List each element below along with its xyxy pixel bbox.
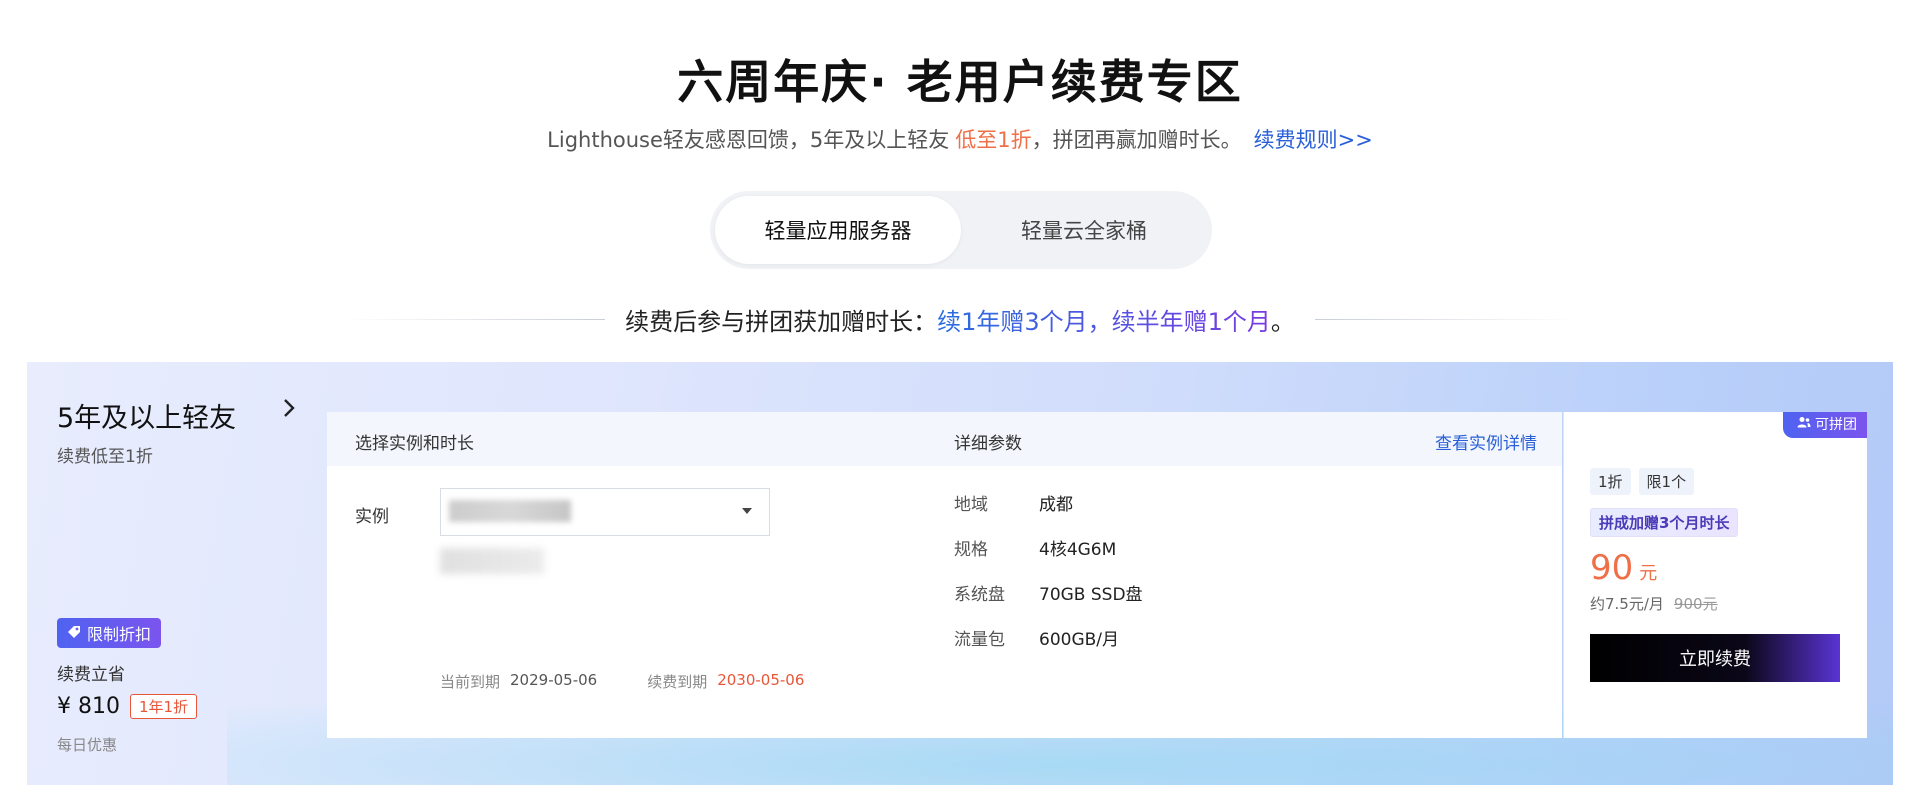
current-expiry-label: 当前到期 xyxy=(440,673,501,691)
instance-id-redacted xyxy=(440,548,544,574)
category-sidebar: 5年及以上轻友 续费低至1折 限制折扣 续费立省 ¥ 810 1年1折 每日优惠 xyxy=(57,362,317,785)
card-header: 选择实例和时长 详细参数 查看实例详情 xyxy=(327,412,1562,466)
current-expiry-value: 2029-05-06 xyxy=(510,671,598,689)
subtitle-tail: ，拼团再赢加赠时长。 xyxy=(1031,128,1242,152)
renew-expiry-label: 续费到期 xyxy=(647,673,708,691)
discount-tag: 1年1折 xyxy=(129,694,198,719)
tab-lighthouse-server[interactable]: 轻量应用服务器 xyxy=(715,196,961,264)
price: 90 元 xyxy=(1590,548,1657,588)
subtitle-highlight: 低至1折 xyxy=(955,128,1032,152)
offer-chips: 1折 限1个 xyxy=(1590,468,1695,495)
param-value: 4核4G6M xyxy=(1039,540,1117,560)
param-value: 600GB/月 xyxy=(1039,630,1120,650)
save-label: 续费立省 xyxy=(57,665,125,685)
price-per-month: 约7.5元/月 xyxy=(1590,595,1664,613)
param-key: 规格 xyxy=(954,540,988,560)
limited-discount-badge: 限制折扣 xyxy=(57,618,162,648)
promo-divider-left xyxy=(343,319,606,320)
params-heading: 详细参数 xyxy=(954,434,1022,454)
promo-line: 续费后参与拼团获加赠时长： 续1年赠3个月，续半年赠1个月。 xyxy=(0,302,1920,337)
instance-card: 选择实例和时长 详细参数 查看实例详情 实例 当前到期 2029-05-06 续… xyxy=(327,412,1562,738)
group-gift-badge: 拼成加赠3个月时长 xyxy=(1590,508,1739,537)
param-value: 70GB SSD盘 xyxy=(1039,585,1143,605)
price-detail: 约7.5元/月 900元 xyxy=(1590,593,1718,614)
rules-link[interactable]: 续费规则>> xyxy=(1254,128,1373,152)
price-value: 90 xyxy=(1590,548,1634,588)
param-row: 系统盘 70GB SSD盘 xyxy=(954,580,1143,625)
chevron-right-icon[interactable] xyxy=(282,396,296,426)
price-unit: 元 xyxy=(1639,563,1658,584)
view-instance-details-link[interactable]: 查看实例详情 xyxy=(1435,429,1537,454)
page-title: 六周年庆· 老用户续费专区 xyxy=(677,55,1243,109)
save-amount: ¥ 810 xyxy=(57,694,120,719)
promo-end: 。 xyxy=(1270,308,1295,336)
param-key: 地域 xyxy=(954,495,988,515)
promo-divider-right xyxy=(1314,319,1577,320)
instance-select-value-redacted xyxy=(449,500,571,522)
instance-label: 实例 xyxy=(355,507,389,527)
promo-lead: 续费后参与拼团获加赠时长： xyxy=(625,308,938,336)
product-tabs: 轻量应用服务器 轻量云全家桶 xyxy=(710,191,1212,269)
renew-expiry-value: 2030-05-06 xyxy=(717,671,805,689)
limit-chip: 限1个 xyxy=(1638,468,1695,495)
category-title[interactable]: 5年及以上轻友 xyxy=(57,396,236,435)
purchase-card: 可拼团 1折 限1个 拼成加赠3个月时长 90 元 约7.5元/月 900元 立… xyxy=(1563,412,1867,738)
caret-down-icon xyxy=(741,503,753,519)
select-instance-heading: 选择实例和时长 xyxy=(355,434,474,454)
param-row: 地域 成都 xyxy=(954,490,1143,535)
page-subtitle: Lighthouse轻友感恩回馈，5年及以上轻友 低至1折，拼团再赢加赠时长。 续费… xyxy=(0,124,1920,154)
param-value: 成都 xyxy=(1039,495,1073,515)
original-price: 900元 xyxy=(1673,595,1718,613)
tab-lighthouse-bundle[interactable]: 轻量云全家桶 xyxy=(961,196,1207,264)
param-key: 流量包 xyxy=(954,630,1005,650)
users-icon xyxy=(1797,416,1811,432)
save-price-row: ¥ 810 1年1折 xyxy=(57,694,198,719)
tag-icon xyxy=(67,624,81,643)
expiry-row: 当前到期 2029-05-06 续费到期 2030-05-06 xyxy=(440,671,804,692)
badge-label: 限制折扣 xyxy=(87,625,152,644)
param-row: 规格 4核4G6M xyxy=(954,535,1143,580)
group-buy-corner-tag: 可拼团 xyxy=(1783,412,1867,438)
daily-deal-label: 每日优惠 xyxy=(57,736,118,754)
params-list: 地域 成都 规格 4核4G6M 系统盘 70GB SSD盘 流量包 600GB/… xyxy=(954,490,1143,670)
discount-chip: 1折 xyxy=(1590,468,1631,495)
category-subtitle: 续费低至1折 xyxy=(57,447,153,467)
renewal-panel: 5年及以上轻友 续费低至1折 限制折扣 续费立省 ¥ 810 1年1折 每日优惠… xyxy=(27,362,1893,785)
renew-now-button[interactable]: 立即续费 xyxy=(1590,634,1840,682)
instance-select[interactable] xyxy=(440,488,770,536)
param-row: 流量包 600GB/月 xyxy=(954,625,1143,670)
promo-highlight: 续1年赠3个月，续半年赠1个月 xyxy=(937,302,1271,337)
param-key: 系统盘 xyxy=(954,585,1005,605)
subtitle-text: Lighthouse轻友感恩回馈，5年及以上轻友 xyxy=(547,128,950,152)
corner-tag-label: 可拼团 xyxy=(1815,417,1857,433)
